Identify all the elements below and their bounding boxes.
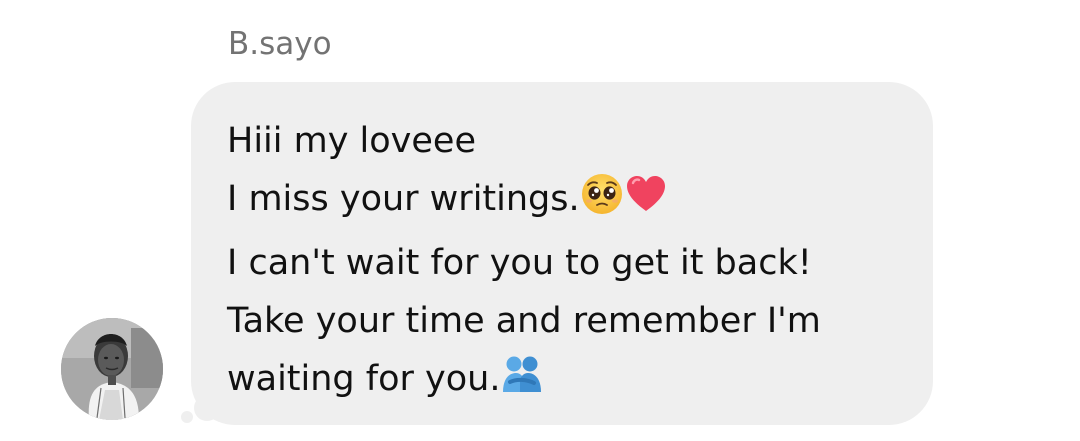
message-line-5: waiting for you.	[227, 350, 913, 414]
message-line-2: I miss your writings.	[227, 170, 913, 234]
pleading-face-icon	[580, 172, 624, 234]
message-line-5-text: waiting for you.	[227, 359, 501, 399]
message-line-3: I can't wait for you to get it back!	[227, 243, 812, 283]
message-line-4: Take your time and remember I'm	[227, 301, 821, 341]
sender-name: B.sayo	[228, 26, 332, 62]
people-hugging-icon	[500, 352, 544, 414]
message-line-2-text: I miss your writings.	[227, 179, 580, 219]
avatar[interactable]	[61, 318, 163, 420]
red-heart-icon	[624, 172, 668, 234]
bubble-tail-small	[181, 411, 193, 423]
message-bubble[interactable]: Hiii my loveee I miss your writings. I c…	[191, 82, 933, 425]
message-line-1: Hiii my loveee	[227, 121, 476, 161]
